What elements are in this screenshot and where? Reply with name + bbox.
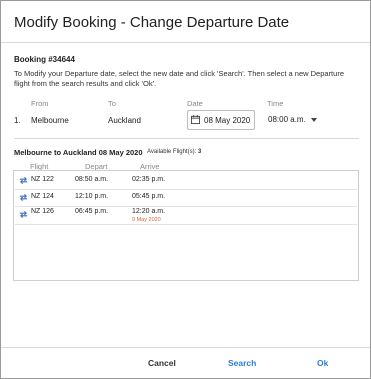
time-header: Time [267, 99, 284, 108]
departure-time-value: 08:00 a.m. [268, 115, 306, 124]
flight-number: NZ 122 [31, 176, 54, 183]
calendar-icon [191, 115, 200, 124]
flight-number: NZ 124 [31, 193, 54, 200]
depart-time: 12:10 p.m. [75, 193, 109, 200]
footer-divider [1, 347, 370, 348]
flight-number: NZ 126 [31, 208, 54, 215]
depart-time: 08:50 a.m. [75, 176, 109, 183]
departure-date-value: 08 May 2020 [204, 116, 251, 125]
chevron-down-icon [311, 118, 317, 122]
arrive-time: 05:45 p.m. [132, 193, 166, 200]
leg-index: 1. [14, 116, 21, 125]
route-title: Melbourne to Auckland 08 May 2020 [14, 148, 143, 157]
search-button[interactable]: Search [228, 358, 256, 368]
table-row[interactable]: NZ 126 06:45 p.m. 12:20 a.m. 9 May 2020 [15, 206, 357, 225]
table-row[interactable]: NZ 124 12:10 p.m. 05:45 p.m. [15, 189, 357, 207]
section-divider [14, 138, 359, 139]
booking-reference: Booking #34644 [14, 55, 75, 64]
available-flights: Available Flight(s): 3 [147, 149, 201, 155]
ok-button[interactable]: Ok [317, 358, 328, 368]
transfer-arrows-icon [19, 210, 28, 219]
table-row[interactable]: NZ 122 08:50 a.m. 02:35 p.m. [15, 172, 357, 190]
title-divider [1, 42, 370, 43]
to-header: To [108, 99, 116, 108]
date-header: Date [187, 99, 203, 108]
leg-to: Auckland [108, 116, 141, 125]
arrive-time: 02:35 p.m. [132, 176, 166, 183]
depart-time: 06:45 p.m. [75, 208, 109, 215]
modify-booking-dialog: Modify Booking - Change Departure Date B… [0, 0, 371, 379]
departure-date-picker[interactable]: 08 May 2020 [187, 110, 255, 130]
from-header: From [31, 99, 49, 108]
arrive-time: 12:20 a.m. [132, 208, 166, 215]
dialog-title: Modify Booking - Change Departure Date [14, 14, 290, 31]
available-count: 3 [197, 149, 202, 155]
leg-from: Melbourne [31, 116, 69, 125]
available-label: Available Flight(s): [147, 149, 197, 155]
instructions-text: To Modify your Departure date, select th… [14, 69, 344, 88]
arrive-next-day-note: 9 May 2020 [132, 217, 161, 223]
cancel-button[interactable]: Cancel [148, 358, 176, 368]
transfer-arrows-icon [19, 193, 28, 202]
flight-results-table[interactable]: NZ 122 08:50 a.m. 02:35 p.m. NZ 124 12:1… [13, 170, 359, 281]
transfer-arrows-icon [19, 176, 28, 185]
departure-time-select[interactable]: 08:00 a.m. [266, 111, 321, 129]
